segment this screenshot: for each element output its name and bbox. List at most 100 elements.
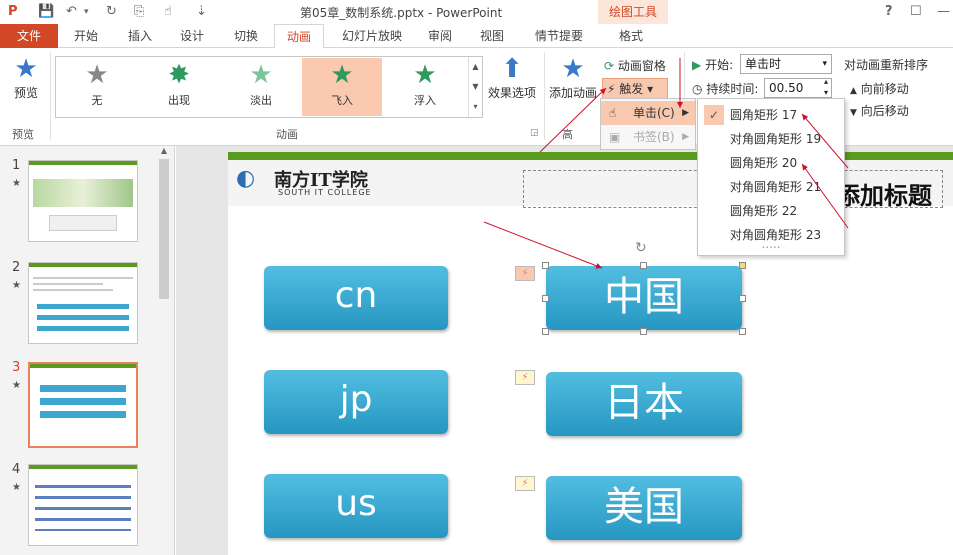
- slide-animation-star-icon: ★: [12, 482, 21, 493]
- tab-review[interactable]: 审阅: [418, 24, 462, 48]
- trigger-menu-on-click[interactable]: ☝ 单击(C) ▶: [601, 101, 695, 125]
- preview-star-icon: ★: [14, 54, 38, 84]
- slide-thumbnail-1[interactable]: [28, 160, 138, 242]
- move-earlier-button[interactable]: ▲ 向前移动: [850, 80, 909, 97]
- country-box-japan[interactable]: 日本: [546, 372, 742, 436]
- scroll-down-icon[interactable]: ▼: [469, 77, 482, 97]
- scroll-up-icon[interactable]: ▲: [157, 146, 171, 155]
- ribbon-display-icon[interactable]: ☐: [910, 3, 922, 21]
- tab-storyboard[interactable]: 情节提要: [526, 24, 592, 48]
- thumb-image: [33, 179, 133, 207]
- pointer-icon: ☝: [609, 106, 617, 120]
- resize-handle[interactable]: [640, 262, 647, 269]
- thumb-line: [33, 289, 113, 291]
- resize-handle[interactable]: [739, 295, 746, 302]
- slide-animation-star-icon: ★: [12, 380, 21, 391]
- shape-menu-item[interactable]: 圆角矩形 22: [698, 199, 844, 223]
- minimize-button[interactable]: —: [937, 3, 950, 21]
- animation-group-label: 动画: [276, 128, 298, 141]
- preview-button[interactable]: ★ 预览: [8, 54, 44, 101]
- presenter-icon[interactable]: ⎘: [134, 3, 144, 21]
- start-dropdown[interactable]: 单击时 ▾: [740, 54, 832, 74]
- animation-dialog-launcher-icon[interactable]: ◲: [530, 128, 539, 138]
- resize-handle[interactable]: [739, 328, 746, 335]
- ribbon-tabs: 文件 开始 插入 设计 切换 动画 幻灯片放映 审阅 视图 情节提要 格式: [0, 24, 953, 49]
- slide-thumbnail-2[interactable]: [28, 262, 138, 344]
- separator: [544, 52, 545, 140]
- shape-menu-item[interactable]: ✓ 圆角矩形 17: [698, 103, 844, 127]
- tab-format[interactable]: 格式: [606, 24, 656, 48]
- thumbnail-scrollbar[interactable]: ▲: [157, 146, 171, 555]
- resize-handle[interactable]: [542, 328, 549, 335]
- trigger-lightning-icon[interactable]: ⚡: [515, 476, 535, 491]
- scroll-up-icon[interactable]: ▲: [469, 57, 482, 77]
- add-animation-button[interactable]: ★ 添加动画: [548, 54, 598, 101]
- gallery-item-float-in[interactable]: ★ 浮入: [394, 58, 456, 116]
- resize-handle[interactable]: [640, 328, 647, 335]
- thumb-bar: [30, 364, 136, 368]
- effect-options-button[interactable]: ⬆ 效果选项: [486, 54, 538, 101]
- star-icon: ★: [85, 60, 109, 90]
- chevron-right-icon: ▶: [682, 132, 689, 142]
- shape-trigger-menu: ✓ 圆角矩形 17 对角圆角矩形 19 圆角矩形 20 对角圆角矩形 21 圆角矩…: [697, 98, 845, 256]
- country-box-usa[interactable]: 美国: [546, 476, 742, 540]
- thumb-list: [35, 481, 131, 531]
- gallery-scroll[interactable]: ▲ ▼ ▾: [468, 57, 482, 117]
- slide-thumbnail-4[interactable]: [28, 464, 138, 546]
- thumb-boxes: [40, 382, 126, 422]
- menu-item-label: 书签(B): [633, 130, 675, 144]
- tab-view[interactable]: 视图: [470, 24, 514, 48]
- tab-animations[interactable]: 动画: [274, 24, 324, 49]
- slide-animation-star-icon: ★: [12, 178, 21, 189]
- menu-item-label: 对角圆角矩形 19: [730, 132, 822, 146]
- gallery-item-label: 浮入: [414, 94, 436, 107]
- tab-transitions[interactable]: 切换: [224, 24, 268, 48]
- tab-home[interactable]: 开始: [64, 24, 108, 48]
- shape-menu-item[interactable]: 圆角矩形 20: [698, 151, 844, 175]
- trigger-lightning-icon[interactable]: ⚡: [515, 370, 535, 385]
- resize-handle[interactable]: [542, 295, 549, 302]
- resize-handle[interactable]: [542, 262, 549, 269]
- undo-icon[interactable]: ↶: [66, 3, 77, 21]
- code-box-jp[interactable]: jp: [264, 370, 448, 434]
- customize-toolbar-icon[interactable]: ⇣: [196, 3, 207, 21]
- code-box-cn[interactable]: cn: [264, 266, 448, 330]
- slide-thumbnail-3[interactable]: [28, 362, 138, 448]
- redo-icon[interactable]: ↻: [106, 3, 117, 21]
- help-button[interactable]: ?: [885, 3, 893, 21]
- gallery-item-appear[interactable]: ✸ 出现: [148, 58, 210, 116]
- trigger-button[interactable]: ⚡ 触发 ▾: [602, 78, 668, 100]
- shape-menu-item[interactable]: 对角圆角矩形 19: [698, 127, 844, 151]
- gallery-more-icon[interactable]: ▾: [469, 97, 482, 117]
- undo-dropdown-icon[interactable]: ▾: [84, 3, 89, 21]
- gallery-item-fly-in[interactable]: ★ 飞入: [302, 58, 382, 116]
- reorder-title: 对动画重新排序: [844, 58, 929, 72]
- animation-pane-button[interactable]: ⟳ 动画窗格: [604, 57, 666, 74]
- rotate-handle-icon[interactable]: ↻: [635, 240, 647, 256]
- trigger-lightning-icon[interactable]: ⚡: [515, 266, 535, 281]
- trigger-menu-bookmark: ▣ 书签(B) ▶: [601, 125, 695, 149]
- scroll-thumb[interactable]: [159, 159, 169, 299]
- duration-input[interactable]: 00.50 ▴ ▾: [764, 76, 832, 98]
- save-icon[interactable]: 💾: [38, 3, 54, 21]
- move-later-button[interactable]: ▼ 向后移动: [850, 102, 909, 119]
- tab-file[interactable]: 文件: [0, 24, 58, 48]
- chevron-right-icon: ▶: [682, 108, 689, 118]
- country-box-china[interactable]: 中国: [546, 266, 742, 330]
- triangle-down-icon: ▼: [850, 108, 857, 118]
- slide-number: 2: [12, 260, 21, 275]
- tab-insert[interactable]: 插入: [118, 24, 162, 48]
- move-earlier-label: 向前移动: [860, 82, 909, 96]
- preview-label: 预览: [13, 86, 38, 100]
- shape-menu-item[interactable]: 对角圆角矩形 21: [698, 175, 844, 199]
- touch-mode-icon[interactable]: ☝: [164, 3, 172, 21]
- tab-design[interactable]: 设计: [170, 24, 214, 48]
- trigger-menu: ☝ 单击(C) ▶ ▣ 书签(B) ▶: [600, 98, 696, 150]
- drawing-tools-context-label: 绘图工具: [598, 0, 668, 24]
- spinner-icon[interactable]: ▴ ▾: [824, 76, 828, 98]
- gallery-item-none[interactable]: ★ 无: [66, 58, 128, 116]
- code-box-us[interactable]: us: [264, 474, 448, 538]
- gallery-item-fade[interactable]: ★ 淡出: [230, 58, 292, 116]
- tab-slideshow[interactable]: 幻灯片放映: [334, 24, 410, 48]
- resize-handle[interactable]: [739, 262, 746, 269]
